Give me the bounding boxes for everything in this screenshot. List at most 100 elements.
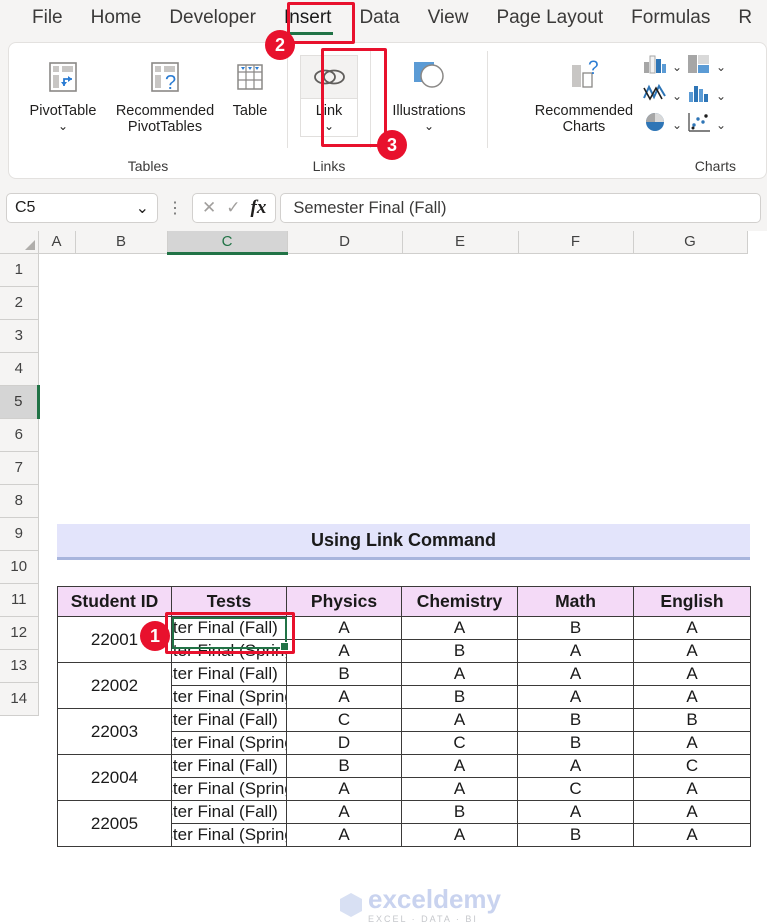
tab-formulas[interactable]: Formulas xyxy=(617,3,724,37)
chevron-down-icon[interactable]: ⌄ xyxy=(424,120,434,132)
chevron-down-icon[interactable]: ⌄ xyxy=(716,60,726,74)
grade-physics[interactable]: A xyxy=(287,617,402,640)
chevron-down-icon[interactable]: ⌄ xyxy=(136,198,149,218)
column-header-f[interactable]: F xyxy=(518,231,633,253)
grade-english[interactable]: A xyxy=(634,824,751,847)
student-id-cell[interactable]: 22002 xyxy=(58,663,172,709)
table-row[interactable]: 22005 Semester Final (Fall) A B A A xyxy=(58,801,751,824)
test-name-cell[interactable]: Semester Final (Fall) xyxy=(172,755,287,778)
grade-english[interactable]: A xyxy=(634,617,751,640)
illustrations-button[interactable]: Illustrations ⌄ xyxy=(379,49,479,134)
grade-math[interactable]: C xyxy=(518,778,634,801)
grade-physics[interactable]: C xyxy=(287,709,402,732)
grid-cells[interactable] xyxy=(38,319,747,352)
test-name-cell[interactable]: Semester Final (Fall) xyxy=(172,801,287,824)
row-header-13[interactable]: 13 xyxy=(0,649,38,682)
grade-chemistry[interactable]: A xyxy=(402,709,518,732)
grade-math[interactable]: B xyxy=(518,732,634,755)
test-name-cell[interactable]: Semester Final (Fall) xyxy=(172,663,287,686)
grid-cells[interactable] xyxy=(38,385,747,418)
grade-physics[interactable]: A xyxy=(287,801,402,824)
grade-math[interactable]: B xyxy=(518,824,634,847)
grade-english[interactable]: C xyxy=(634,755,751,778)
grade-english[interactable]: B xyxy=(634,709,751,732)
grade-english[interactable]: A xyxy=(634,801,751,824)
table-row[interactable]: 22004 Semester Final (Fall) B A A C xyxy=(58,755,751,778)
test-name-cell[interactable]: Semester Final (Spring) xyxy=(172,686,287,709)
pie-chart-icon[interactable] xyxy=(642,111,668,138)
chevron-down-icon[interactable]: ⌄ xyxy=(58,120,68,132)
grade-math[interactable]: A xyxy=(518,663,634,686)
tab-page-layout[interactable]: Page Layout xyxy=(482,3,617,37)
grade-chemistry[interactable]: A xyxy=(402,755,518,778)
grade-chemistry[interactable]: A xyxy=(402,824,518,847)
chevron-down-icon[interactable]: ⌄ xyxy=(672,60,682,74)
column-header-d[interactable]: D xyxy=(287,231,402,253)
grade-chemistry[interactable]: A xyxy=(402,663,518,686)
name-box[interactable]: C5 ⌄ xyxy=(6,193,158,223)
grade-english[interactable]: A xyxy=(634,663,751,686)
grid-cells[interactable] xyxy=(38,253,747,286)
row-header-9[interactable]: 9 xyxy=(0,517,38,550)
column-header-g[interactable]: G xyxy=(633,231,747,253)
grade-english[interactable]: A xyxy=(634,686,751,709)
test-name-cell[interactable]: Semester Final (Spring) xyxy=(172,778,287,801)
test-name-cell[interactable]: Semester Final (Fall) xyxy=(172,709,287,732)
table-button[interactable]: Table xyxy=(221,49,279,121)
tab-view[interactable]: View xyxy=(414,3,483,37)
row-header-1[interactable]: 1 xyxy=(0,253,38,286)
test-name-cell[interactable]: Semester Final (Spring) xyxy=(172,824,287,847)
grade-english[interactable]: A xyxy=(634,732,751,755)
column-header-b[interactable]: B xyxy=(75,231,167,253)
grade-chemistry[interactable]: A xyxy=(402,778,518,801)
grade-physics[interactable]: A xyxy=(287,778,402,801)
hierarchy-chart-icon[interactable] xyxy=(686,53,712,80)
grade-chemistry[interactable]: B xyxy=(402,686,518,709)
grade-math[interactable]: B xyxy=(518,709,634,732)
tab-home[interactable]: Home xyxy=(77,3,156,37)
test-name-cell[interactable]: Semester Final (Spring) xyxy=(172,732,287,755)
column-header-c[interactable]: C xyxy=(167,231,287,253)
tab-data[interactable]: Data xyxy=(345,3,413,37)
grade-chemistry[interactable]: A xyxy=(402,617,518,640)
grid-cells[interactable] xyxy=(38,418,747,451)
grade-math[interactable]: A xyxy=(518,755,634,778)
row-header-5[interactable]: 5 xyxy=(0,385,38,418)
row-header-7[interactable]: 7 xyxy=(0,451,38,484)
table-row[interactable]: 22002 Semester Final (Fall) B A A A xyxy=(58,663,751,686)
chevron-down-icon[interactable]: ⌄ xyxy=(324,120,334,132)
row-header-2[interactable]: 2 xyxy=(0,286,38,319)
grade-physics[interactable]: A xyxy=(287,686,402,709)
link-button[interactable]: Link ⌄ xyxy=(296,49,362,139)
tab-review[interactable]: R xyxy=(724,3,766,37)
row-header-11[interactable]: 11 xyxy=(0,583,38,616)
grade-english[interactable]: A xyxy=(634,778,751,801)
formula-input[interactable]: Semester Final (Fall) xyxy=(280,193,761,223)
grade-physics[interactable]: B xyxy=(287,663,402,686)
scatter-chart-icon[interactable] xyxy=(686,111,712,138)
grade-physics[interactable]: A xyxy=(287,824,402,847)
recommended-charts-button[interactable]: ? Recommended Charts xyxy=(528,49,640,137)
student-id-cell[interactable]: 22004 xyxy=(58,755,172,801)
check-icon[interactable]: ✓ xyxy=(226,198,240,218)
column-chart-icon[interactable] xyxy=(642,53,668,80)
line-chart-icon[interactable] xyxy=(642,82,668,109)
chevron-down-icon[interactable]: ⌄ xyxy=(716,118,726,132)
test-name-cell[interactable]: Semester Final (Spring) xyxy=(172,640,287,663)
grade-chemistry[interactable]: B xyxy=(402,640,518,663)
table-row[interactable]: 22003 Semester Final (Fall) C A B B xyxy=(58,709,751,732)
grid-cells[interactable] xyxy=(38,484,747,517)
chevron-down-icon[interactable]: ⌄ xyxy=(672,89,682,103)
grade-math[interactable]: A xyxy=(518,801,634,824)
chevron-down-icon[interactable]: ⌄ xyxy=(672,118,682,132)
student-id-cell[interactable]: 22003 xyxy=(58,709,172,755)
row-header-14[interactable]: 14 xyxy=(0,682,38,715)
grade-english[interactable]: A xyxy=(634,640,751,663)
row-header-3[interactable]: 3 xyxy=(0,319,38,352)
row-header-4[interactable]: 4 xyxy=(0,352,38,385)
tab-developer[interactable]: Developer xyxy=(155,3,270,37)
statistic-chart-icon[interactable] xyxy=(686,82,712,109)
row-header-8[interactable]: 8 xyxy=(0,484,38,517)
grid-cells[interactable] xyxy=(38,352,747,385)
pivottable-button[interactable]: PivotTable ⌄ xyxy=(17,49,109,134)
